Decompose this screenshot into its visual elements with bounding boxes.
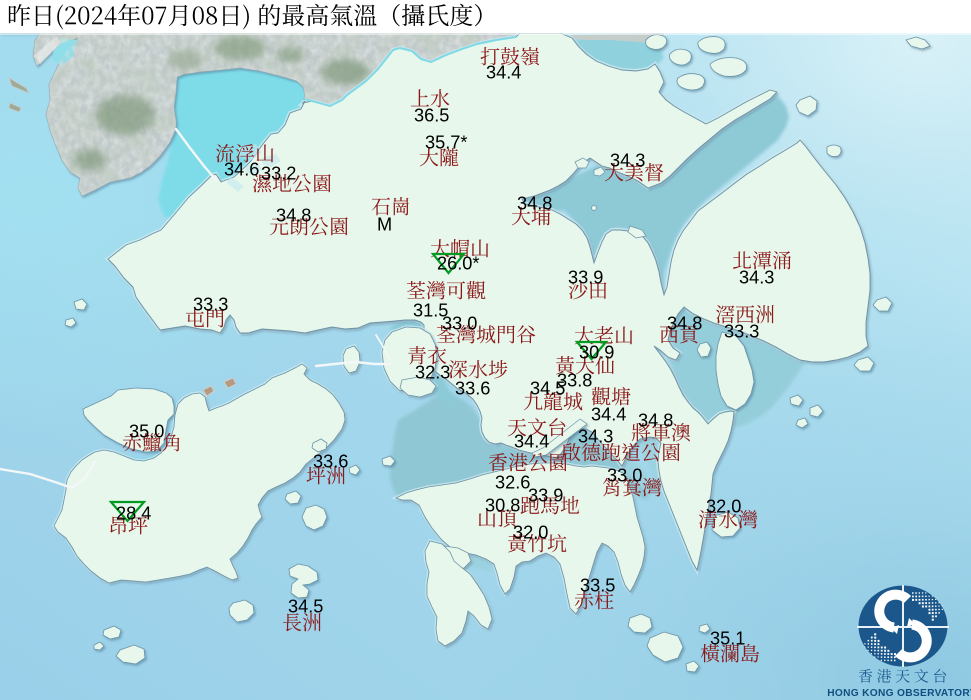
svg-text:28.4: 28.4 bbox=[116, 504, 151, 524]
svg-text:34.3: 34.3 bbox=[578, 427, 613, 447]
svg-text:33.6: 33.6 bbox=[313, 452, 348, 472]
svg-text:34.6: 34.6 bbox=[224, 160, 259, 180]
svg-text:34.3: 34.3 bbox=[610, 151, 645, 171]
svg-text:33.9: 33.9 bbox=[568, 268, 603, 288]
svg-text:30.9: 30.9 bbox=[579, 343, 614, 363]
svg-text:36.5: 36.5 bbox=[414, 106, 449, 126]
svg-text:32.3: 32.3 bbox=[415, 363, 450, 383]
svg-text:33.9: 33.9 bbox=[528, 486, 563, 506]
svg-text:34.8: 34.8 bbox=[667, 314, 702, 334]
svg-text:34.5: 34.5 bbox=[530, 379, 565, 399]
svg-text:33.0: 33.0 bbox=[442, 314, 477, 334]
svg-text:32.6: 32.6 bbox=[495, 473, 530, 493]
svg-text:33.6: 33.6 bbox=[455, 379, 490, 399]
svg-text:35.0: 35.0 bbox=[129, 422, 164, 442]
svg-text:33.5: 33.5 bbox=[580, 576, 615, 596]
svg-text:33.3: 33.3 bbox=[193, 295, 228, 315]
svg-text:34.5: 34.5 bbox=[288, 597, 323, 617]
svg-text:34.8: 34.8 bbox=[638, 411, 673, 431]
svg-text:34.4: 34.4 bbox=[514, 432, 549, 452]
svg-text:34.4: 34.4 bbox=[486, 63, 521, 83]
svg-text:32.0: 32.0 bbox=[513, 523, 548, 543]
svg-text:33.0: 33.0 bbox=[607, 466, 642, 486]
svg-text:34.8: 34.8 bbox=[517, 194, 552, 214]
svg-text:34.3: 34.3 bbox=[739, 268, 774, 288]
svg-text:34.4: 34.4 bbox=[591, 405, 626, 425]
svg-text:HONG KONG OBSERVATORY: HONG KONG OBSERVATORY bbox=[827, 688, 971, 699]
svg-text:26.0*: 26.0* bbox=[437, 254, 479, 274]
svg-text:M: M bbox=[377, 215, 392, 235]
svg-text:35.7*: 35.7* bbox=[425, 133, 467, 153]
svg-text:32.0: 32.0 bbox=[706, 497, 741, 517]
svg-text:35.1: 35.1 bbox=[710, 629, 745, 649]
svg-text:33.3: 33.3 bbox=[724, 322, 759, 342]
svg-text:33.2: 33.2 bbox=[261, 164, 296, 184]
svg-text:30.8: 30.8 bbox=[485, 496, 520, 516]
svg-text:34.8: 34.8 bbox=[276, 206, 311, 226]
